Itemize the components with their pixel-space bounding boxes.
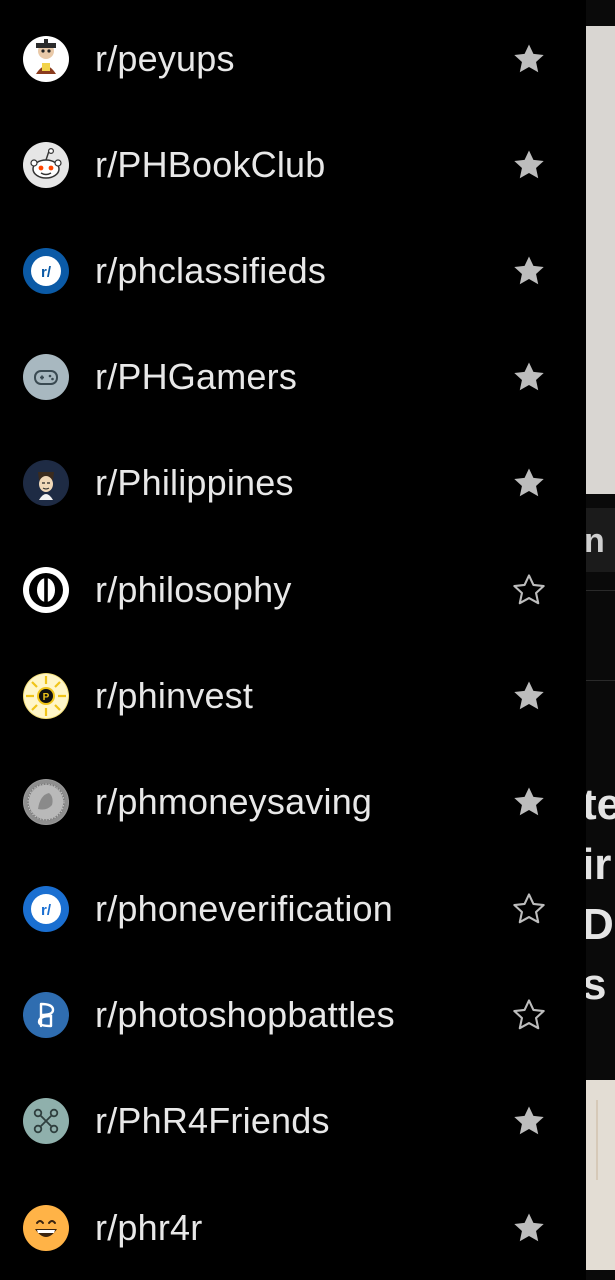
- favorite-star-outline-icon[interactable]: [510, 890, 548, 928]
- gamepad-icon: [23, 354, 69, 400]
- community-row-phinvest[interactable]: P r/phinvest: [0, 643, 586, 749]
- community-name: r/phmoneysaving: [95, 781, 373, 822]
- feed-post-image[interactable]: [586, 1080, 615, 1270]
- favorite-star-icon[interactable]: [510, 146, 548, 184]
- community-row-phmoneysaving[interactable]: r/phmoneysaving: [0, 749, 586, 855]
- svg-text:r/: r/: [41, 902, 52, 919]
- favorite-star-outline-icon[interactable]: [510, 996, 548, 1034]
- feed-strip-text: n M: [586, 522, 615, 560]
- community-row-photoshopbattles[interactable]: r/photoshopbattles: [0, 962, 586, 1068]
- community-name: r/PhR4Friends: [95, 1100, 330, 1141]
- community-name: r/PHBookClub: [95, 144, 326, 185]
- favorite-star-icon[interactable]: [510, 464, 548, 502]
- philippines-icon: [23, 460, 69, 506]
- community-row-phr4friends[interactable]: r/PhR4Friends: [0, 1068, 586, 1174]
- subreddit-r-icon: r/: [23, 886, 69, 932]
- community-row-phoneverification[interactable]: r/ r/phoneverification: [0, 856, 586, 962]
- svg-text:P: P: [43, 692, 50, 703]
- community-row-phgamers[interactable]: r/PHGamers: [0, 324, 586, 430]
- favorite-star-icon[interactable]: [510, 1102, 548, 1140]
- coin-icon: [23, 779, 69, 825]
- favorite-star-icon[interactable]: [510, 252, 548, 290]
- community-name: r/phr4r: [95, 1207, 203, 1248]
- community-row-philosophy[interactable]: r/philosophy: [0, 537, 586, 643]
- community-name: r/Philippines: [95, 462, 294, 503]
- feed-post-image[interactable]: [586, 26, 615, 494]
- friends-network-icon: [23, 1098, 69, 1144]
- feed-title-line: s: [586, 960, 607, 1009]
- background-feed-peek[interactable]: n M te ir Dc s: [586, 0, 615, 1280]
- favorite-star-icon[interactable]: [510, 358, 548, 396]
- community-name: r/photoshopbattles: [95, 994, 395, 1035]
- community-row-phr4r[interactable]: r/phr4r: [0, 1175, 586, 1280]
- favorite-star-icon[interactable]: [510, 40, 548, 78]
- community-row-phbookclub[interactable]: r/PHBookClub: [0, 112, 586, 218]
- favorite-star-outline-icon[interactable]: [510, 571, 548, 609]
- photoshopbattles-icon: [23, 992, 69, 1038]
- favorite-star-icon[interactable]: [510, 677, 548, 715]
- community-name: r/PHGamers: [95, 356, 298, 397]
- reddit-snoo-icon: [23, 142, 69, 188]
- svg-text:r/: r/: [41, 264, 52, 281]
- community-row-phclassifieds[interactable]: r/ r/phclassifieds: [0, 218, 586, 324]
- peyups-icon: [23, 36, 69, 82]
- community-name: r/philosophy: [95, 569, 292, 610]
- community-name: r/phoneverification: [95, 888, 393, 929]
- phinvest-icon: P: [23, 673, 69, 719]
- subreddit-r-icon: r/: [23, 248, 69, 294]
- community-name: r/phclassifieds: [95, 250, 327, 291]
- feed-title-line: ir: [586, 840, 612, 889]
- community-name: r/peyups: [95, 38, 235, 79]
- favorite-star-icon[interactable]: [510, 783, 548, 821]
- community-row-peyups[interactable]: r/peyups: [0, 6, 586, 112]
- feed-divider: [586, 590, 615, 591]
- feed-title-line: te: [586, 780, 615, 829]
- feed-post-title[interactable]: te ir Dc s: [586, 770, 615, 1010]
- community-row-philippines[interactable]: r/Philippines: [0, 430, 586, 536]
- philosophy-icon: [23, 567, 69, 613]
- smiley-icon: [23, 1205, 69, 1251]
- community-name: r/phinvest: [95, 675, 254, 716]
- feed-title-line: Dc: [586, 900, 615, 949]
- app-screen: n M te ir Dc s: [0, 0, 615, 1280]
- favorite-star-icon[interactable]: [510, 1209, 548, 1247]
- feed-post-strip: n M: [586, 508, 615, 572]
- communities-drawer: r/peyups r/PHBookClub r/ r/phclassifieds…: [0, 0, 586, 1280]
- feed-divider: [586, 680, 615, 681]
